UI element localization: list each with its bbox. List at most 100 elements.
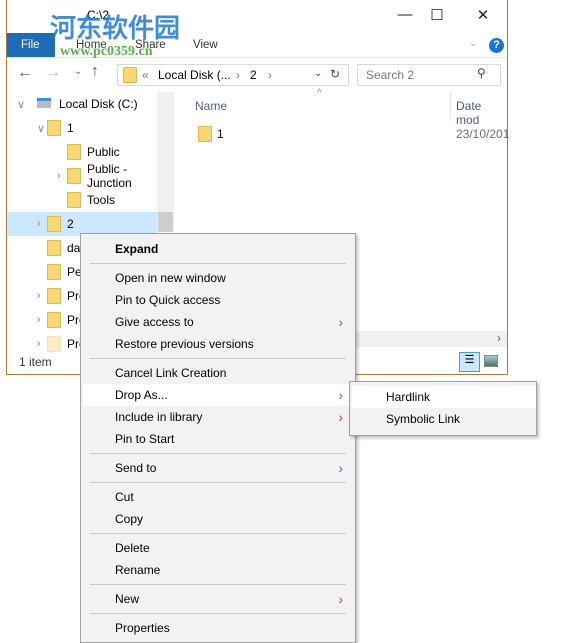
tree-item-label: 2 xyxy=(67,217,74,231)
folder-icon xyxy=(47,312,61,328)
menu-item-label: Cut xyxy=(115,490,134,504)
up-button[interactable]: ↑ xyxy=(91,63,99,81)
menu-separator xyxy=(90,533,346,534)
folder-icon xyxy=(123,67,137,83)
menu-item-symbolic-link[interactable]: Symbolic Link xyxy=(352,408,536,430)
menu-item-label: Expand xyxy=(115,242,159,256)
sort-ascending-icon: ^ xyxy=(317,88,322,99)
menu-item-label: Drop As... xyxy=(115,388,168,402)
menu-item-pin-to-quick-access[interactable]: Pin to Quick access xyxy=(83,289,353,311)
menu-item-cancel-link-creation[interactable]: Cancel Link Creation xyxy=(83,362,353,384)
breadcrumb-2[interactable]: 2 xyxy=(250,68,257,82)
menu-item-expand[interactable]: Expand xyxy=(83,238,353,260)
tree-item[interactable]: Public xyxy=(7,140,157,164)
menu-item-label: Restore previous versions xyxy=(115,337,254,351)
menu-item-hardlink[interactable]: Hardlink xyxy=(352,386,536,408)
chevron-down-icon[interactable]: ∨ xyxy=(17,98,25,111)
recent-dropdown[interactable]: ⌄ xyxy=(74,66,82,77)
menu-item-send-to[interactable]: Send to › xyxy=(83,457,353,479)
tree-item[interactable]: › Public - Junction xyxy=(7,162,157,190)
submenu-arrow-icon: › xyxy=(338,314,343,330)
submenu-arrow-icon: › xyxy=(338,460,343,476)
menu-item-label: Pin to Start xyxy=(115,432,175,446)
watermark-url: www.pc0359.cn xyxy=(60,44,153,59)
menu-item-open-in-new-window[interactable]: Open in new window xyxy=(83,267,353,289)
drive-icon xyxy=(37,98,51,108)
menu-item-label: Rename xyxy=(115,563,161,577)
menu-item-label: Include in library xyxy=(115,410,203,424)
folder-icon xyxy=(47,120,61,136)
menu-item-new[interactable]: New › xyxy=(83,588,353,610)
tree-item-label: Tools xyxy=(87,193,116,207)
menu-item-include-in-library[interactable]: Include in library › xyxy=(83,406,353,428)
tab-view[interactable]: View xyxy=(193,39,218,51)
breadcrumb-separator[interactable]: › xyxy=(236,68,240,82)
refresh-icon[interactable]: ↻ xyxy=(330,67,340,81)
help-icon[interactable]: ? xyxy=(489,38,504,53)
drop-as-submenu: Hardlink Symbolic Link xyxy=(349,381,537,436)
menu-item-label: Copy xyxy=(115,512,144,526)
chevron-right-icon[interactable]: › xyxy=(37,218,41,230)
close-button[interactable]: ✕ xyxy=(463,6,503,24)
junction-folder-icon xyxy=(198,126,212,142)
menu-item-give-access-to[interactable]: Give access to › xyxy=(83,311,353,333)
chevron-right-icon[interactable]: › xyxy=(37,338,41,350)
tree-item-label: Public - Junction xyxy=(87,162,132,190)
tree-item[interactable]: ∨ 1 xyxy=(7,116,157,140)
address-bar[interactable]: « Local Disk (... › 2 › ⌄ ↻ xyxy=(117,64,349,86)
menu-item-label: Give access to xyxy=(115,315,194,329)
chevron-right-icon[interactable]: › xyxy=(37,290,41,302)
menu-separator xyxy=(90,584,346,585)
back-button[interactable]: ← xyxy=(17,64,33,82)
tree-item[interactable]: ∨ Local Disk (C:) xyxy=(7,92,157,116)
submenu-arrow-icon: › xyxy=(338,591,343,607)
breadcrumb-local-disk[interactable]: Local Disk (... xyxy=(158,68,231,82)
menu-separator xyxy=(90,453,346,454)
folder-icon xyxy=(67,144,81,160)
menu-item-drop-as[interactable]: Drop As... › xyxy=(83,384,353,406)
menu-separator xyxy=(90,263,346,264)
menu-item-copy[interactable]: Copy xyxy=(83,508,353,530)
submenu-arrow-icon: › xyxy=(338,387,343,403)
tree-item-label: da xyxy=(67,241,81,255)
menu-item-restore-previous-versions[interactable]: Restore previous versions xyxy=(83,333,353,355)
file-date: 23/10/201 xyxy=(456,127,510,141)
menu-item-pin-to-start[interactable]: Pin to Start xyxy=(83,428,353,450)
menu-item-label: Send to xyxy=(115,461,157,475)
tree-item[interactable]: Tools xyxy=(7,188,157,212)
breadcrumb-separator[interactable]: › xyxy=(268,68,272,82)
address-dropdown-icon[interactable]: ⌄ xyxy=(314,68,322,79)
maximize-button[interactable]: ☐ xyxy=(417,6,457,24)
menu-item-delete[interactable]: Delete xyxy=(83,537,353,559)
overflow-chevron[interactable]: « xyxy=(142,68,149,82)
folder-icon xyxy=(67,168,81,184)
menu-item-label: Delete xyxy=(115,541,150,555)
tab-file[interactable]: File xyxy=(21,39,40,51)
forward-button[interactable]: → xyxy=(45,64,61,82)
tree-item-label: Public xyxy=(87,145,120,159)
chevron-right-icon[interactable]: › xyxy=(37,314,41,326)
column-name[interactable]: Name xyxy=(195,99,227,113)
folder-icon xyxy=(47,264,61,280)
menu-item-rename[interactable]: Rename xyxy=(83,559,353,581)
context-menu: Expand Open in new window Pin to Quick acc… xyxy=(80,233,356,643)
tree-scrollbar[interactable] xyxy=(157,92,174,232)
menu-item-label: Properties xyxy=(115,621,170,635)
menu-separator xyxy=(90,482,346,483)
search-icon: ⚲ xyxy=(477,66,486,80)
menu-item-cut[interactable]: Cut xyxy=(83,486,353,508)
menu-item-label: Open in new window xyxy=(115,271,226,285)
large-icons-view-button[interactable] xyxy=(484,355,498,367)
details-view-button[interactable]: ☰ xyxy=(459,352,480,372)
folder-icon xyxy=(47,240,61,256)
folder-icon xyxy=(47,288,61,304)
menu-item-label: Cancel Link Creation xyxy=(115,366,227,380)
tree-item-label: 1 xyxy=(67,121,74,135)
chevron-right-icon[interactable]: › xyxy=(57,170,61,182)
chevron-down-icon[interactable]: ∨ xyxy=(37,122,45,135)
folder-icon xyxy=(47,336,61,352)
ribbon-expand-icon[interactable]: ⌄ xyxy=(469,38,477,49)
menu-item-properties[interactable]: Properties xyxy=(83,617,353,639)
column-date-modified[interactable]: Date mod xyxy=(456,99,507,127)
menu-item-label: New xyxy=(115,592,140,606)
